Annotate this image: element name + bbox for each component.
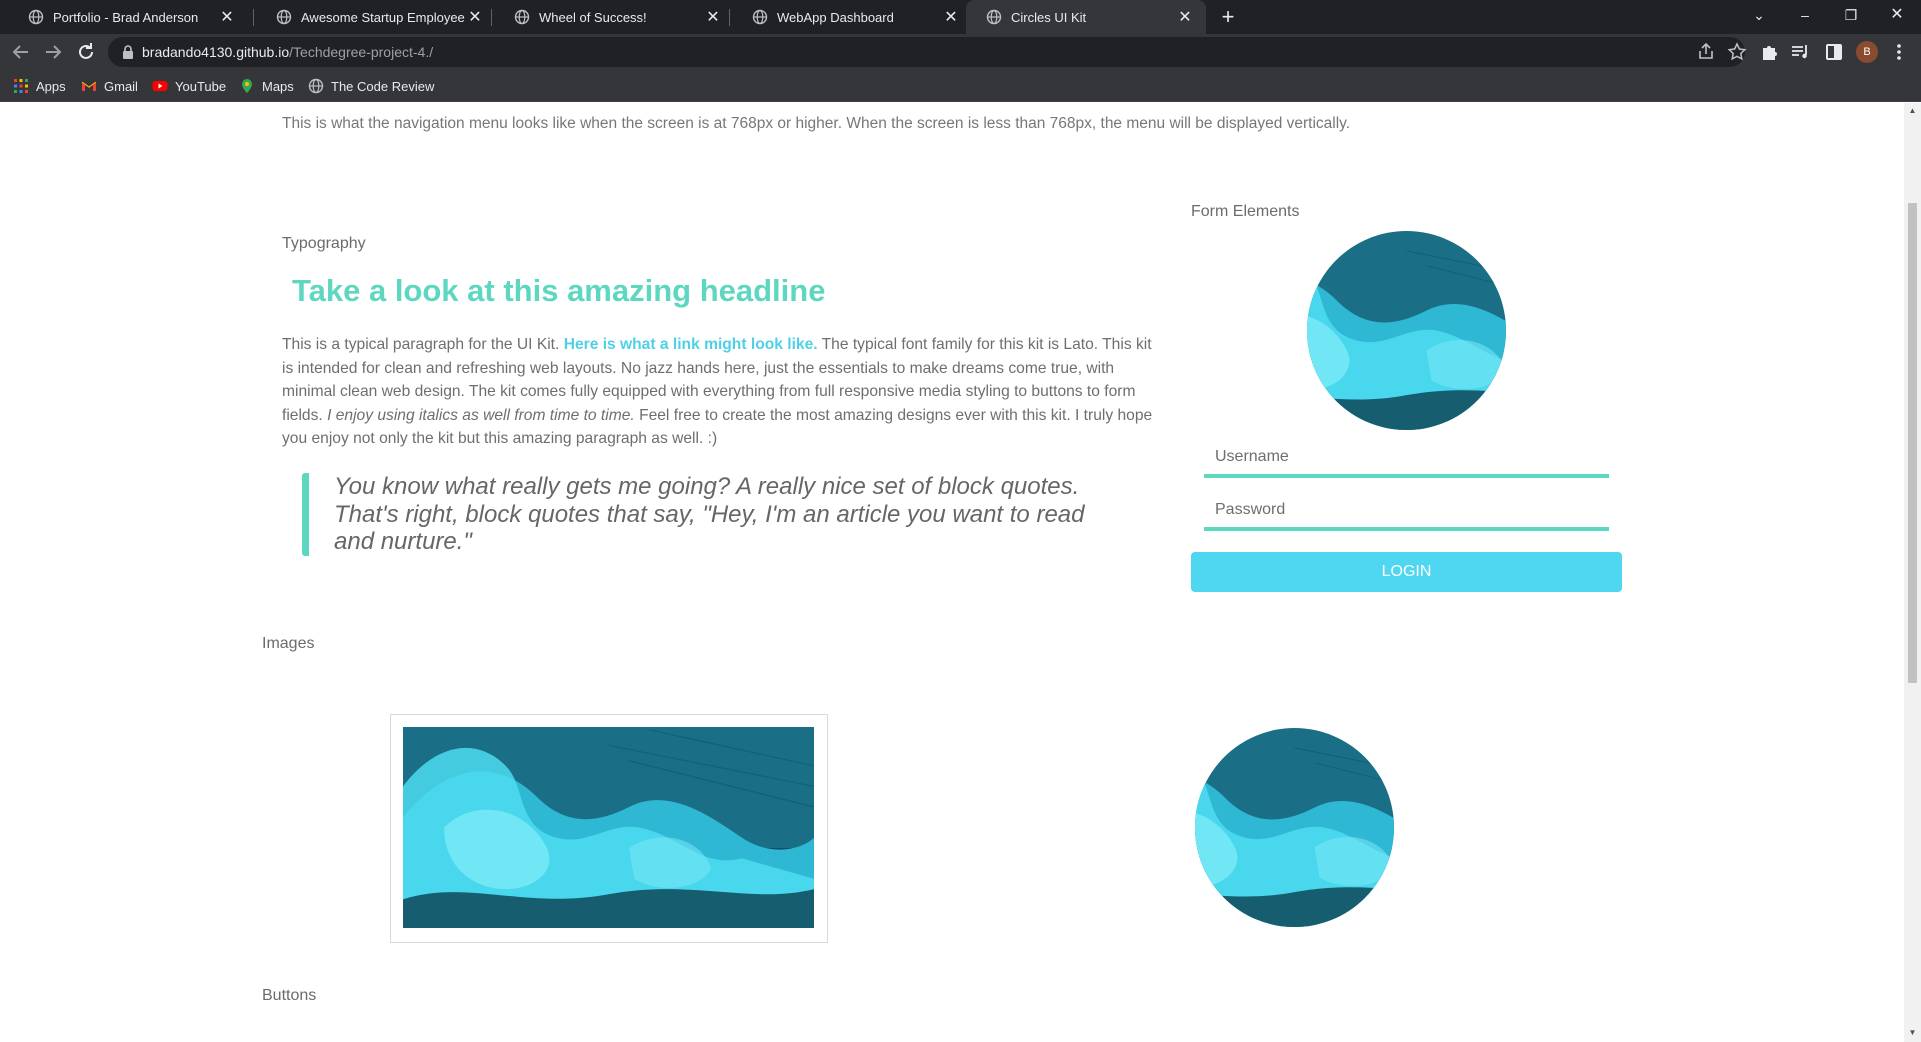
- close-icon[interactable]: ✕: [466, 7, 484, 27]
- tab-webapp-dashboard[interactable]: WebApp Dashboard ✕: [732, 0, 972, 34]
- bookmark-maps[interactable]: Maps: [239, 78, 294, 94]
- plus-icon[interactable]: +: [1215, 4, 1241, 30]
- bookmark-apps[interactable]: Apps: [13, 78, 66, 94]
- maps-pin-icon: [242, 79, 252, 93]
- globe-icon: [28, 9, 44, 25]
- tab-title: Awesome Startup Employee Dire: [301, 9, 466, 25]
- avatar[interactable]: B: [1856, 41, 1878, 63]
- globe-icon: [752, 9, 768, 25]
- page-viewport: This is what the navigation menu looks l…: [0, 103, 1921, 1042]
- menu-dots-icon[interactable]: [1888, 41, 1910, 63]
- headline: Take a look at this amazing headline: [292, 273, 826, 308]
- page-scrollbar[interactable]: ▲ ▼: [1904, 103, 1921, 1042]
- wave-image: [403, 727, 814, 928]
- bookmark-gmail[interactable]: Gmail: [81, 78, 138, 94]
- bookmark-code-review[interactable]: The Code Review: [308, 78, 434, 94]
- tab-title: WebApp Dashboard: [777, 9, 894, 25]
- reload-icon[interactable]: [74, 40, 98, 64]
- address-bar[interactable]: bradando4130.github.io/Techdegree-projec…: [108, 37, 1748, 67]
- globe-icon: [276, 9, 292, 25]
- globe-icon: [308, 78, 324, 94]
- browser-toolbar: bradando4130.github.io/Techdegree-projec…: [0, 34, 1921, 70]
- restore-icon[interactable]: ❐: [1828, 0, 1874, 30]
- rectangle-image: [403, 727, 814, 928]
- username-field: [1204, 432, 1609, 478]
- tab-divider: [253, 9, 254, 26]
- minimize-icon[interactable]: –: [1782, 0, 1828, 30]
- typography-heading: Typography: [282, 235, 366, 252]
- paragraph-text: This is a typical paragraph for the UI K…: [282, 336, 564, 353]
- gmail-icon: [81, 81, 97, 91]
- bookmark-label: Maps: [262, 78, 294, 94]
- blockquote: You know what really gets me going? A re…: [302, 473, 1112, 556]
- form-elements-heading: Form Elements: [1191, 203, 1300, 220]
- nav-note-text: This is what the navigation menu looks l…: [282, 115, 1351, 132]
- tab-title: Circles UI Kit: [1011, 9, 1087, 25]
- tab-title: Wheel of Success!: [539, 9, 647, 25]
- tab-divider: [491, 9, 492, 26]
- url-path: /Techdegree-project-4./: [289, 44, 434, 60]
- puzzle-icon[interactable]: [1758, 41, 1780, 63]
- apps-grid-icon: [14, 79, 28, 93]
- share-icon[interactable]: [1695, 41, 1717, 63]
- bookmark-label: Apps: [36, 78, 66, 94]
- login-button[interactable]: LOGIN: [1191, 552, 1622, 592]
- sample-link[interactable]: Here is what a link might look like.: [564, 336, 818, 353]
- media-icon[interactable]: [1789, 41, 1811, 63]
- bookmark-youtube[interactable]: YouTube: [152, 78, 226, 94]
- tab-title: Portfolio - Brad Anderson: [53, 9, 199, 25]
- italic-text: I enjoy using italics as well from time …: [327, 406, 635, 424]
- tab-circles-ui-kit[interactable]: Circles UI Kit ✕: [966, 0, 1206, 34]
- bookmark-label: Gmail: [104, 78, 138, 94]
- youtube-icon: [152, 81, 168, 91]
- wave-image: [1307, 231, 1506, 430]
- images-heading: Images: [262, 635, 315, 652]
- tab-strip: Portfolio - Brad Anderson ✕ Awesome Star…: [0, 0, 1921, 34]
- tab-portfolio[interactable]: Portfolio - Brad Anderson ✕: [8, 0, 248, 34]
- globe-icon: [986, 9, 1002, 25]
- tab-wheel-of-success[interactable]: Wheel of Success! ✕: [494, 0, 734, 34]
- close-window-icon[interactable]: ✕: [1874, 0, 1920, 30]
- url-host: bradando4130.github.io: [142, 44, 290, 60]
- form-avatar-image: [1307, 231, 1506, 430]
- close-icon[interactable]: ✕: [942, 7, 960, 27]
- close-icon[interactable]: ✕: [704, 7, 722, 27]
- password-input[interactable]: [1204, 485, 1609, 527]
- scroll-down-arrow[interactable]: ▼: [1908, 1028, 1917, 1037]
- tab-divider: [729, 9, 730, 26]
- bookmark-label: The Code Review: [331, 78, 435, 94]
- star-icon[interactable]: [1726, 41, 1748, 63]
- sidepanel-icon[interactable]: [1823, 41, 1845, 63]
- forward-arrow-icon[interactable]: [41, 40, 65, 64]
- tab-employee-directory[interactable]: Awesome Startup Employee Dire ✕: [256, 0, 496, 34]
- password-field: [1204, 485, 1609, 531]
- scroll-up-arrow[interactable]: ▲: [1908, 106, 1917, 115]
- url-text: bradando4130.github.io/Techdegree-projec…: [142, 44, 433, 60]
- typography-paragraph: This is a typical paragraph for the UI K…: [282, 333, 1162, 451]
- bookmark-label: YouTube: [175, 78, 227, 94]
- lock-icon[interactable]: [122, 45, 134, 59]
- globe-icon: [514, 9, 530, 25]
- username-input[interactable]: [1204, 432, 1609, 474]
- close-icon[interactable]: ✕: [218, 7, 236, 27]
- scrollbar-thumb[interactable]: [1908, 203, 1917, 683]
- chevron-down-icon[interactable]: ⌄: [1736, 0, 1782, 30]
- buttons-heading: Buttons: [262, 987, 317, 1004]
- bookmarks-bar: Apps Gmail YouTube Maps The Code Review: [0, 70, 1921, 102]
- close-icon[interactable]: ✕: [1176, 7, 1194, 27]
- circle-image: [1195, 728, 1394, 927]
- wave-image: [1195, 728, 1394, 927]
- back-arrow-icon[interactable]: [9, 40, 33, 64]
- framed-image: [390, 714, 828, 943]
